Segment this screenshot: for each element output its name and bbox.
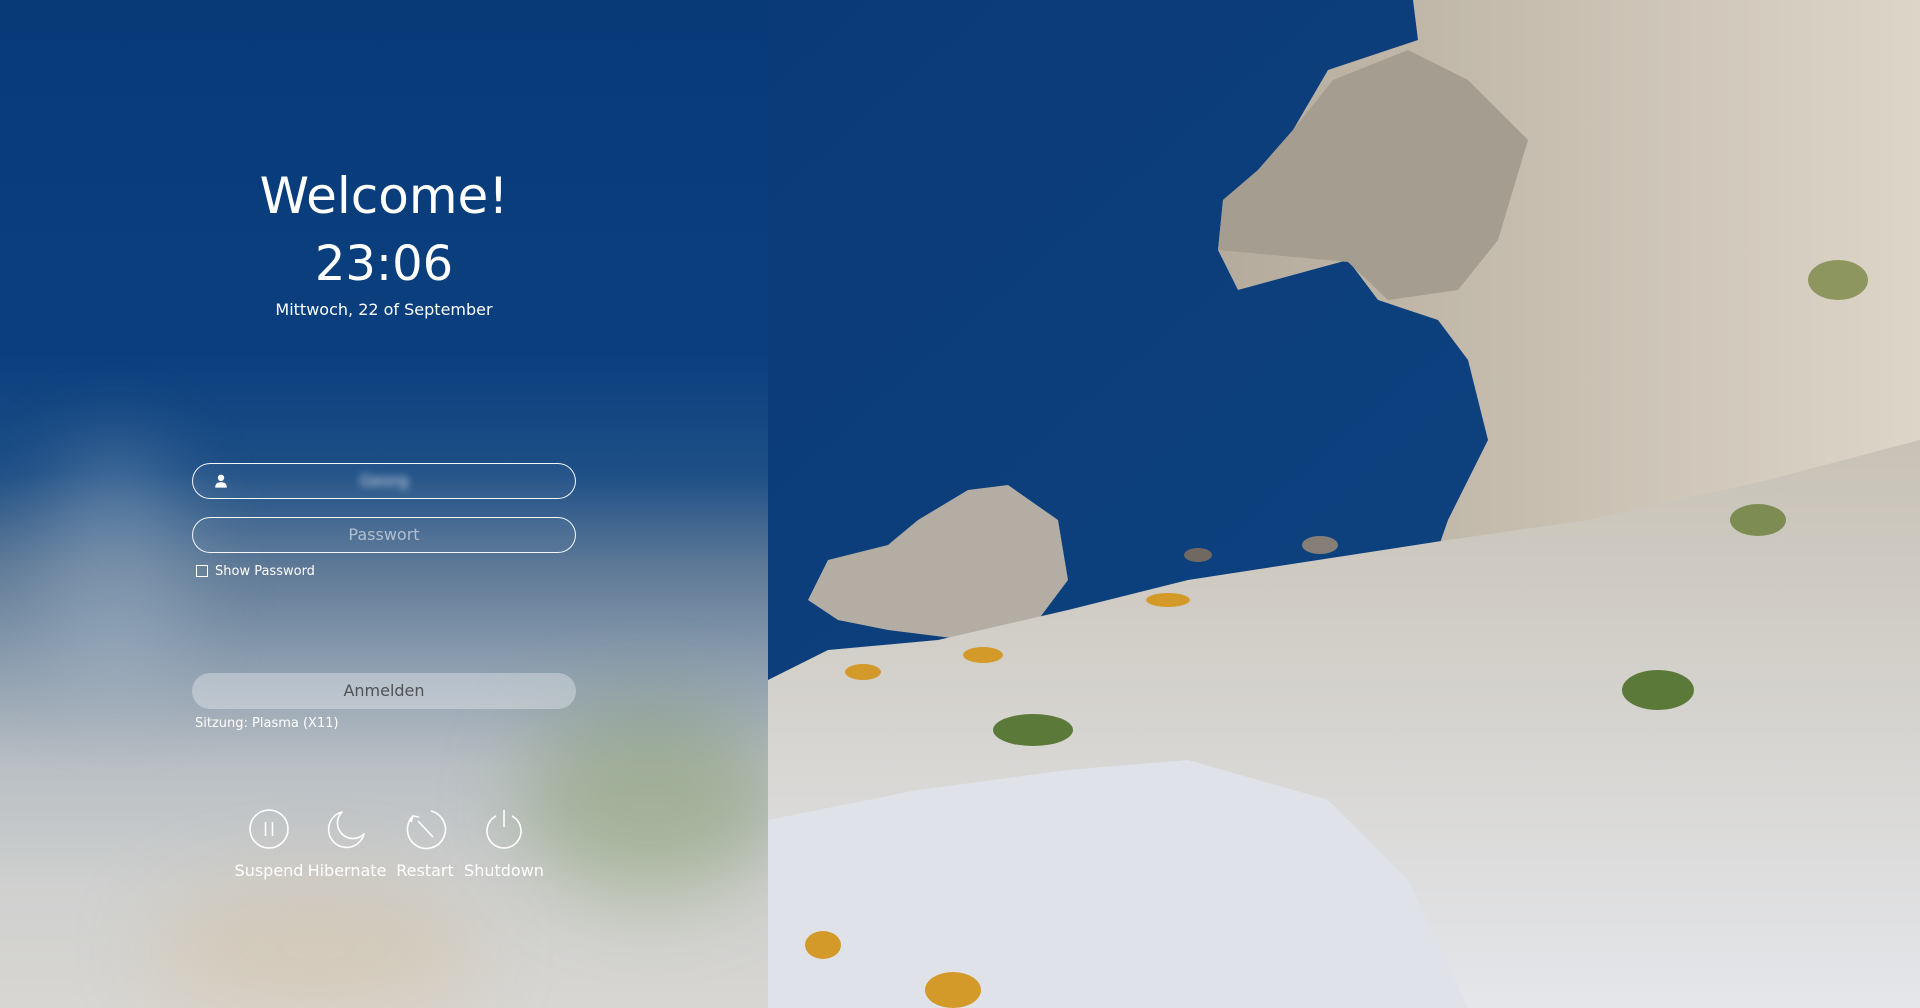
shutdown-button[interactable]: Shutdown [462,807,546,883]
moon-icon [327,811,365,849]
restart-icon [406,810,447,850]
hibernate-label: Hibernate [307,861,387,880]
username-value: Georg [359,471,409,490]
hibernate-button[interactable]: Hibernate [305,807,389,883]
login-panel: Welcome! 23:06 Mittwoch, 22 of September… [0,0,768,1008]
username-field[interactable]: Georg [192,463,576,499]
background-blur-shape [40,440,190,700]
login-button[interactable]: Anmelden [192,673,576,709]
show-password-checkbox[interactable]: Show Password [196,561,315,581]
password-field[interactable]: Passwort [192,517,576,553]
wallpaper-image [768,0,1920,1008]
welcome-heading: Welcome! [259,167,509,225]
login-screen: Welcome! 23:06 Mittwoch, 22 of September… [0,0,1920,1008]
clock: 23:06 [314,236,454,292]
background-blur-shape [520,700,768,900]
restart-button[interactable]: Restart [383,807,467,883]
power-icon [486,810,522,849]
suspend-label: Suspend [234,861,304,880]
password-placeholder: Passwort [348,525,420,544]
background-blur-shape [150,880,480,1008]
suspend-icon [249,809,289,849]
session-selector[interactable]: Sitzung: Plasma (X11) [195,714,339,734]
restart-label: Restart [396,861,454,880]
show-password-label: Show Password [215,563,315,579]
checkbox-box[interactable] [196,565,208,577]
suspend-button[interactable]: Suspend [227,807,311,883]
date-label: Mittwoch, 22 of September [275,300,493,319]
shutdown-label: Shutdown [464,861,544,880]
